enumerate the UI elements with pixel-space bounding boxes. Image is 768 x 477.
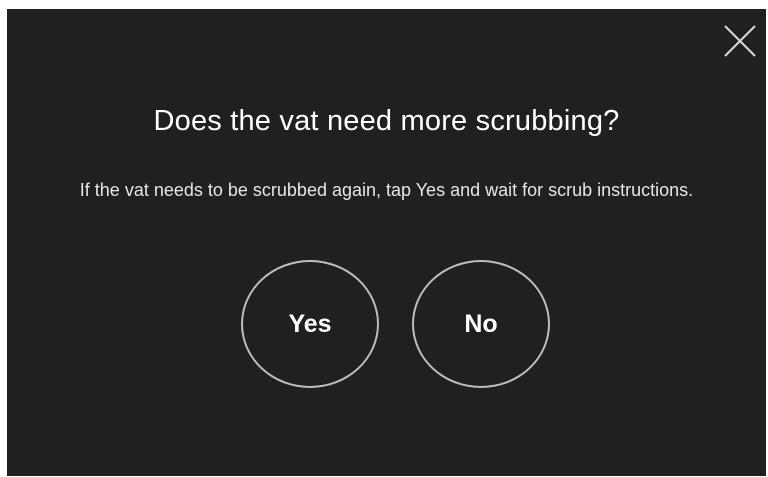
- yes-button[interactable]: Yes: [241, 260, 379, 388]
- scrub-confirmation-dialog: Does the vat need more scrubbing? If the…: [7, 9, 766, 476]
- close-icon: [724, 25, 756, 57]
- dialog-title: Does the vat need more scrubbing?: [153, 105, 620, 137]
- close-button[interactable]: [720, 21, 760, 61]
- no-button[interactable]: No: [412, 260, 550, 388]
- dialog-message: If the vat needs to be scrubbed again, t…: [79, 180, 694, 200]
- answer-buttons: Yes No: [7, 260, 766, 388]
